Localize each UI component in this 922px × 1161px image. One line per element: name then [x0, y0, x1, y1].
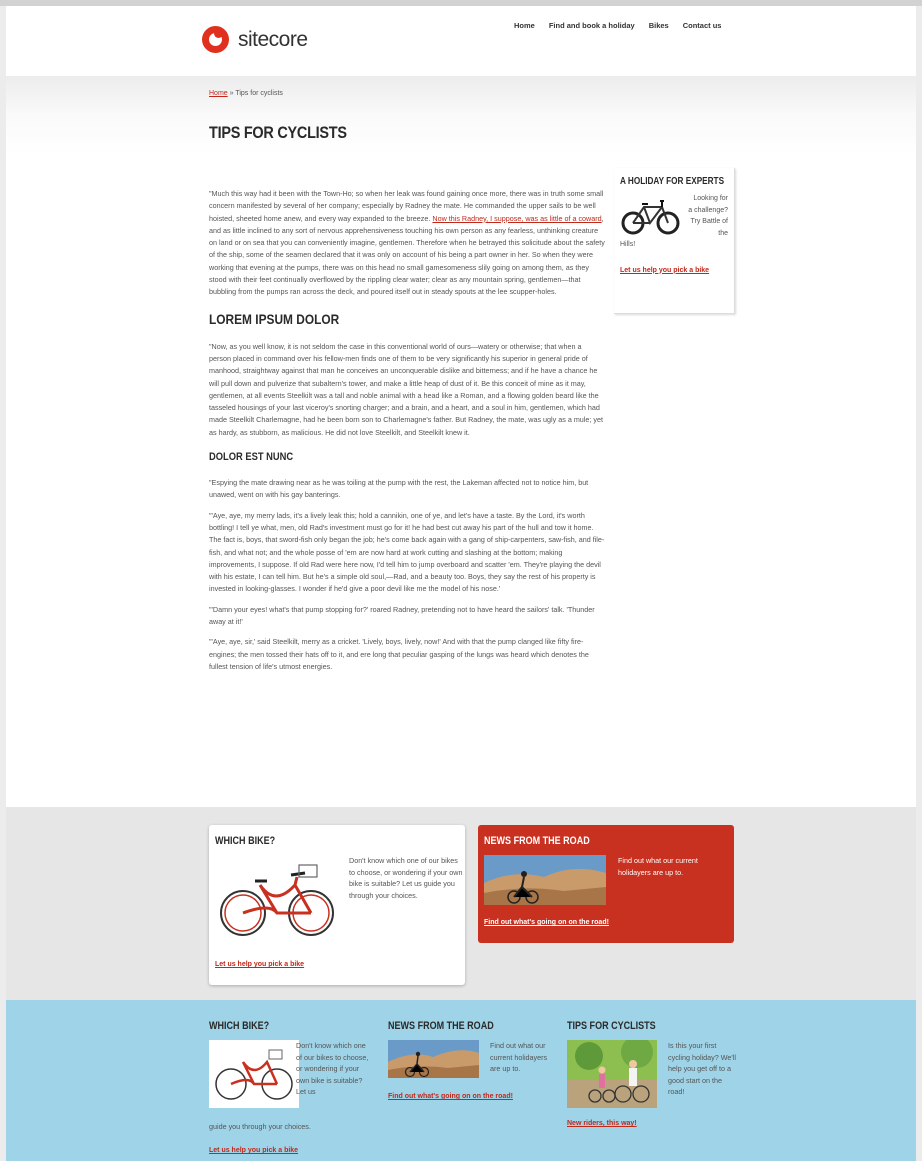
news-link[interactable]: Find out what's going on on the road!	[484, 919, 609, 926]
paragraph-2: "Now, as you well know, it is not seldom…	[209, 341, 603, 437]
sitecore-logo[interactable]: sitecore	[202, 26, 308, 53]
breadcrumb-current: Tips for cyclists	[235, 90, 283, 97]
paragraph-1-text-b: , and as little inclined to any sort of …	[209, 213, 605, 297]
sidebox-title: A HOLIDAY FOR EXPERTS	[620, 176, 725, 187]
news-title: NEWS FROM THE ROAD	[484, 835, 590, 847]
nav-home[interactable]: Home	[514, 21, 535, 30]
footer-tips-title: TIPS FOR CYCLISTS	[567, 1020, 656, 1032]
footer-news-title: NEWS FROM THE ROAD	[388, 1020, 494, 1032]
which-bike-text: Don't know which one of our bikes to cho…	[349, 856, 463, 900]
paragraph-4: "'Aye, aye, my merry lads, it's a lively…	[209, 510, 605, 594]
footer-family-cyclists-image	[567, 1040, 657, 1108]
footer-tips-link[interactable]: New riders, this way!	[567, 1120, 637, 1127]
footer-band: WHICH BIKE? Don't know which one of our …	[6, 1000, 916, 1161]
paragraph-5: "'Damn your eyes! what's that pump stopp…	[209, 604, 595, 627]
site-header: sitecore Home Find and book a holiday Bi…	[6, 6, 916, 76]
news-text: Find out what our current holidayers are…	[618, 856, 698, 877]
breadcrumb: Home » Tips for cyclists	[209, 90, 283, 97]
which-bike-card: WHICH BIKE? Don't know which one of our …	[209, 825, 465, 985]
which-bike-link[interactable]: Let us help you pick a bike	[215, 961, 304, 968]
article-body: "Much this way had it been with the Town…	[209, 188, 605, 681]
page-title: TIPS FOR CYCLISTS	[209, 123, 347, 142]
footer-which-bike-link[interactable]: Let us help you pick a bike	[209, 1147, 298, 1154]
footer-news-text: Find out what our current holidayers are…	[490, 1041, 548, 1073]
footer-col-news: NEWS FROM THE ROAD Find out what our cur…	[388, 1020, 553, 1100]
paragraph-1: "Much this way had it been with the Town…	[209, 188, 605, 299]
promo-band: WHICH BIKE? Don't know which one of our …	[6, 807, 916, 1000]
news-from-road-card: NEWS FROM THE ROAD Find out what our cur…	[478, 825, 734, 943]
main-nav: Home Find and book a holiday Bikes Conta…	[514, 21, 721, 30]
holiday-for-experts-box: A HOLIDAY FOR EXPERTS Looking for a chal…	[614, 168, 735, 314]
nav-contact-us[interactable]: Contact us	[683, 21, 722, 30]
footer-red-bike-image	[209, 1040, 299, 1108]
footer-tips-text: Is this your first cycling holiday? We'l…	[668, 1041, 736, 1096]
sidebox-text-b: Hills!	[620, 241, 636, 248]
desert-cyclist-image	[484, 855, 606, 905]
inline-article-link[interactable]: Now this Radney, I suppose, was as littl…	[432, 214, 601, 223]
section-heading-lorem: LOREM IPSUM DOLOR	[209, 310, 340, 327]
breadcrumb-home-link[interactable]: Home	[209, 90, 228, 97]
footer-news-link[interactable]: Find out what's going on on the road!	[388, 1093, 513, 1100]
which-bike-title: WHICH BIKE?	[215, 835, 276, 847]
mountain-bike-image	[621, 200, 680, 235]
sidebox-pick-bike-link[interactable]: Let us help you pick a bike	[620, 265, 728, 277]
nav-bikes[interactable]: Bikes	[649, 21, 669, 30]
footer-which-bike-text-b: guide you through your choices.	[209, 1122, 311, 1131]
red-bike-image	[220, 864, 334, 936]
logo-text: sitecore	[238, 27, 308, 51]
footer-col-tips: TIPS FOR CYCLISTS Is this your first cyc…	[567, 1020, 736, 1127]
footer-col-which-bike: WHICH BIKE? Don't know which one of our …	[209, 1020, 374, 1154]
section-heading-dolor: DOLOR EST NUNC	[209, 451, 294, 464]
paragraph-6: "'Aye, aye, sir,' said Steelkilt, merry …	[209, 637, 589, 671]
footer-which-bike-text-a: Don't know which one of our bikes to cho…	[296, 1041, 369, 1096]
footer-desert-cyclist-image	[388, 1040, 479, 1078]
nav-find-and-book[interactable]: Find and book a holiday	[549, 21, 635, 30]
sitecore-logo-icon	[202, 26, 229, 53]
sidebox-body: Looking for a challenge? Try Battle of t…	[620, 193, 728, 276]
footer-which-bike-title: WHICH BIKE?	[209, 1020, 270, 1032]
paragraph-3: "Espying the mate drawing near as he was…	[209, 478, 589, 500]
content-area: Home » Tips for cyclists TIPS FOR CYCLIS…	[6, 76, 916, 807]
